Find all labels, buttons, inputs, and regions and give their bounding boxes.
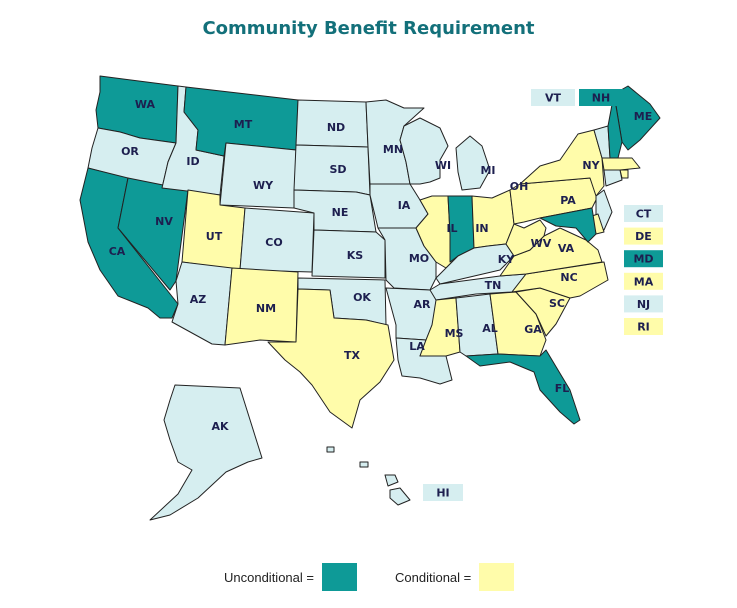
- legend-conditional-label: Conditional =: [395, 569, 472, 585]
- callout-vt[interactable]: VT: [531, 89, 575, 106]
- legend: Unconditional = Conditional =: [0, 562, 737, 592]
- state-label-co: CO: [265, 236, 282, 249]
- state-label-sd: SD: [329, 163, 346, 176]
- state-label-mt: MT: [234, 118, 253, 131]
- state-label-tn: TN: [485, 279, 502, 292]
- callout-ri[interactable]: RI: [624, 318, 663, 335]
- callout-nh[interactable]: NH: [579, 89, 623, 106]
- callout-label-ma: MA: [634, 275, 654, 288]
- state-label-wv: WV: [531, 237, 552, 250]
- state-label-nm: NM: [256, 302, 276, 315]
- state-label-wa: WA: [135, 98, 156, 111]
- state-label-az: AZ: [190, 293, 207, 306]
- callout-label-de: DE: [635, 230, 652, 243]
- state-label-ne: NE: [332, 206, 349, 219]
- callout-md[interactable]: MD: [624, 250, 663, 268]
- state-label-oh: OH: [510, 180, 529, 193]
- legend-unconditional: Unconditional =: [224, 562, 357, 592]
- state-label-id: ID: [186, 155, 199, 168]
- state-label-wi: WI: [435, 159, 451, 172]
- state-hi[interactable]: [326, 446, 411, 506]
- state-label-ok: OK: [353, 291, 371, 304]
- state-label-pa: PA: [560, 194, 576, 207]
- state-label-ak: AK: [211, 420, 229, 433]
- legend-conditional: Conditional =: [395, 562, 515, 592]
- state-wy[interactable]: [219, 142, 297, 209]
- state-label-ar: AR: [414, 298, 432, 311]
- state-label-ky: KY: [498, 253, 516, 266]
- state-label-ut: UT: [206, 230, 223, 243]
- state-label-ca: CA: [109, 245, 126, 258]
- legend-conditional-swatch: [479, 563, 515, 591]
- callout-ma[interactable]: MA: [624, 272, 663, 290]
- state-label-sc: SC: [549, 297, 565, 310]
- callout-label-ri: RI: [637, 321, 650, 334]
- state-label-ks: KS: [347, 249, 364, 262]
- state-label-mn: MN: [383, 143, 403, 156]
- state-label-nc: NC: [560, 271, 577, 284]
- callout-label-ct: CT: [636, 208, 652, 221]
- callout-hi[interactable]: HI: [423, 484, 463, 501]
- state-mi[interactable]: [455, 135, 491, 191]
- state-ak[interactable]: [149, 384, 263, 521]
- state-label-me: ME: [634, 110, 652, 123]
- callout-label-vt: VT: [545, 92, 562, 105]
- legend-unconditional-swatch: [321, 563, 357, 591]
- state-label-ga: GA: [524, 323, 542, 336]
- us-map: WA OR CA NV ID MT WY UT CO AZ NM ND SD NE KS OK TX MN IA MO…: [79, 75, 663, 521]
- state-label-la: LA: [409, 340, 425, 353]
- callout-label-hi: HI: [436, 487, 449, 500]
- state-label-tx: TX: [344, 349, 361, 362]
- state-label-nv: NV: [155, 215, 173, 228]
- callout-label-nh: NH: [592, 92, 610, 105]
- callout-de[interactable]: DE: [624, 227, 663, 245]
- state-label-ia: IA: [398, 199, 411, 212]
- state-label-va: VA: [558, 242, 575, 255]
- state-label-il: IL: [446, 222, 457, 235]
- callout-label-nj: NJ: [637, 298, 650, 311]
- state-label-ny: NY: [582, 159, 600, 172]
- state-label-in: IN: [475, 222, 488, 235]
- state-label-fl: FL: [555, 382, 570, 395]
- state-label-or: OR: [121, 145, 139, 158]
- state-label-nd: ND: [327, 121, 345, 134]
- legend-unconditional-label: Unconditional =: [224, 569, 314, 585]
- state-label-al: AL: [482, 322, 498, 335]
- state-ct[interactable]: [603, 169, 623, 187]
- state-label-mo: MO: [409, 252, 429, 265]
- state-ma[interactable]: [601, 157, 641, 171]
- callout-ct[interactable]: CT: [624, 205, 663, 222]
- state-label-mi: MI: [480, 164, 495, 177]
- state-label-ms: MS: [445, 327, 464, 340]
- state-label-wy: WY: [253, 179, 274, 192]
- callout-label-md: MD: [633, 253, 653, 266]
- callout-nj[interactable]: NJ: [624, 295, 663, 313]
